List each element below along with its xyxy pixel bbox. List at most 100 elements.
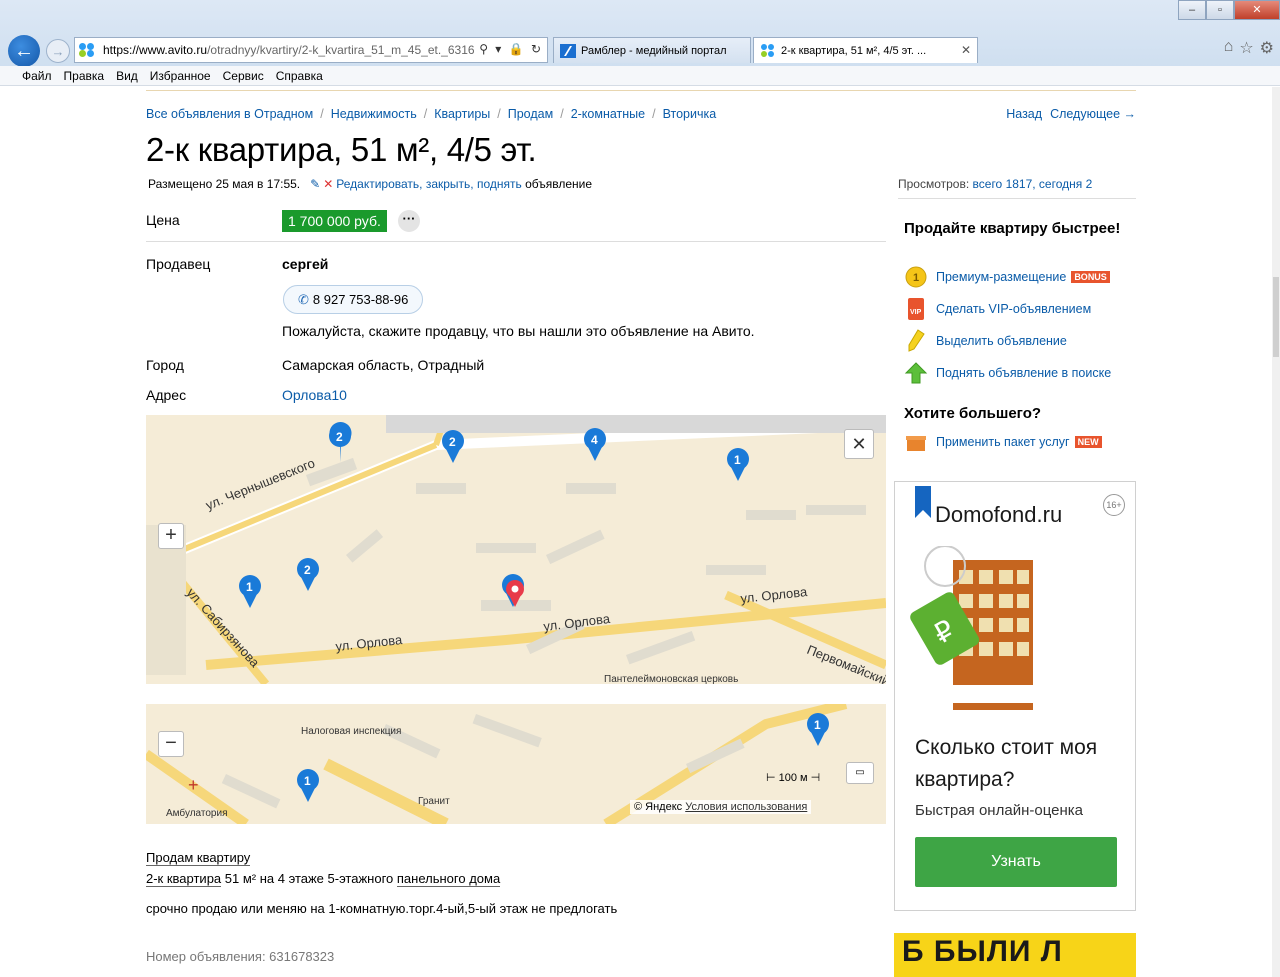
window-controls: – ▫ ✕ [1178, 0, 1280, 20]
ad-brand: Domofond.ru [935, 502, 1063, 527]
description-subtitle: 2-к квартира 51 м² на 4 этаже 5-этажного… [146, 871, 501, 887]
tab-rambler[interactable]: Рамблер - медийный портал [553, 37, 751, 63]
breadcrumb-all-listings[interactable]: Все объявления в Отрадном [146, 107, 313, 121]
breadcrumb-apartments[interactable]: Квартиры [434, 107, 490, 121]
house-type-link[interactable]: панельного дома [396, 871, 501, 887]
posted-info: Размещено 25 мая в 17:55. ✎ ✕ Редактировать… [148, 177, 592, 191]
scrollbar-thumb[interactable] [1273, 277, 1279, 357]
map-close-button[interactable]: ✕ [844, 429, 874, 459]
views-counter: Просмотров: всего 1817, сегодня 2 [898, 177, 1092, 191]
breadcrumb-separator: / [560, 107, 564, 121]
breadcrumb-realty[interactable]: Недвижимость [331, 107, 417, 121]
svg-text:1: 1 [304, 774, 311, 788]
back-link[interactable]: Назад [1006, 107, 1042, 121]
breadcrumb-two-room[interactable]: 2-комнатные [571, 107, 645, 121]
price-more-button[interactable]: ··· [398, 210, 420, 232]
price-label: Цена [146, 212, 180, 228]
next-link[interactable]: Следующее → [1050, 107, 1136, 121]
svg-text:VIP: VIP [910, 309, 922, 316]
menu-file[interactable]: Файл [22, 69, 52, 83]
svg-text:1: 1 [814, 718, 821, 732]
home-icon[interactable]: ⌂ [1224, 38, 1234, 58]
ad-subtitle: Быстрая онлайн-оценка [915, 802, 1083, 819]
breadcrumb-sell[interactable]: Продам [508, 107, 553, 121]
poi-label: Амбулатория [166, 807, 228, 819]
maximize-icon[interactable]: ▫ [1206, 0, 1234, 20]
service-label[interactable]: Премиум-размещение [936, 270, 1066, 284]
breadcrumb-separator: / [423, 107, 428, 121]
floor-info: 51 м² на 4 этаже 5-этажного [224, 871, 394, 886]
svg-text:1: 1 [246, 580, 253, 594]
scrollbar[interactable] [1272, 87, 1280, 977]
map-scale: ⊢ 100 м ⊣ [766, 772, 821, 784]
ruler-icon[interactable]: ▭ [846, 762, 874, 784]
description-heading-text: Продам квартиру [146, 850, 251, 866]
domofond-ad[interactable]: Domofond.ru 16+ ₽ Сколько стоит моя квар… [894, 481, 1136, 911]
phone-icon: ✆ [298, 292, 309, 307]
menu-edit[interactable]: Правка [64, 69, 105, 83]
divider [146, 241, 886, 242]
service-premium[interactable]: 1 Премиум-размещение BONUS [904, 265, 1110, 289]
menu-favorites[interactable]: Избранное [150, 69, 211, 83]
poi-label: Налоговая инспекция [301, 726, 401, 737]
settings-gear-icon[interactable]: ⚙ [1260, 38, 1274, 58]
favorites-star-icon[interactable]: ☆ [1239, 38, 1253, 58]
domofond-logo-icon [915, 486, 931, 518]
menu-tools[interactable]: Сервис [223, 69, 264, 83]
coin-icon: 1 [904, 265, 928, 289]
minimize-icon[interactable]: – [1178, 0, 1206, 20]
forward-button[interactable]: → [46, 39, 70, 63]
tab-avito-listing[interactable]: 2-к квартира, 51 м², 4/5 эт. ... ✕ [753, 37, 978, 63]
package-icon [904, 430, 928, 454]
map-canvas: ул. Чернышевского ул. Орлова ул. Орлова … [146, 415, 886, 684]
service-label[interactable]: Поднять объявление в поиске [936, 366, 1111, 380]
tab-label: Рамблер - медийный портал [581, 44, 727, 57]
address-bar[interactable]: https://www.avito.ru/otradnyy/kvartiry/2… [74, 37, 548, 63]
map-scale-value: 100 м [778, 772, 808, 784]
service-label[interactable]: Выделить объявление [936, 334, 1067, 348]
views-label: Просмотров: [898, 177, 970, 191]
service-highlight[interactable]: Выделить объявление [904, 329, 1067, 353]
bonus-badge: BONUS [1071, 271, 1110, 283]
breadcrumb-secondary[interactable]: Вторичка [663, 107, 717, 121]
new-badge: NEW [1074, 436, 1102, 448]
menu-help[interactable]: Справка [276, 69, 323, 83]
vip-icon: VIP [904, 297, 928, 321]
browser-toolbar-icons: ⌂ ☆ ⚙ [1224, 38, 1274, 58]
phone-button[interactable]: ✆ 8 927 753-88-96 [283, 285, 424, 314]
poi-label: Гранит [418, 796, 450, 807]
ad-learn-button[interactable]: Узнать [915, 837, 1117, 887]
sell-faster-title: Продайте квартиру быстрее! [904, 220, 1121, 237]
address-link[interactable]: Орлова10 [282, 387, 347, 403]
url-host: www.avito.ru [139, 43, 208, 57]
service-package[interactable]: Применить пакет услуг NEW [904, 430, 1102, 454]
close-tab-icon[interactable]: ✕ [961, 43, 971, 57]
svg-text:2: 2 [304, 563, 311, 577]
close-window-icon[interactable]: ✕ [1234, 0, 1280, 20]
zoom-out-button[interactable]: − [158, 731, 184, 757]
bottom-banner-ad[interactable]: Б БЫЛИ Л [894, 933, 1136, 977]
map[interactable]: ул. Чернышевского ул. Орлова ул. Орлова … [146, 415, 886, 684]
map-lower[interactable]: Налоговая инспекция Амбулатория Гранит 1… [146, 704, 886, 824]
phone-number: 8 927 753-88-96 [312, 292, 409, 307]
back-button[interactable]: ← [8, 35, 40, 67]
breadcrumb-separator: / [320, 107, 324, 121]
views-link[interactable]: всего 1817, сегодня 2 [973, 177, 1093, 191]
service-raise[interactable]: Поднять объявление в поиске [904, 361, 1111, 385]
highlighter-icon [904, 329, 928, 353]
address-tools-icon[interactable]: ⚲ ▾ 🔒 ↻ [475, 42, 543, 56]
svg-text:1: 1 [913, 272, 919, 284]
edit-suffix: объявление [525, 177, 593, 191]
service-label[interactable]: Сделать VIP-объявлением [936, 302, 1091, 316]
edit-listing-link[interactable]: Редактировать, закрыть, поднять [336, 177, 521, 191]
room-type-link[interactable]: 2-к квартира [146, 871, 222, 887]
breadcrumb: Все объявления в Отрадном / Недвижимость / К… [146, 107, 716, 121]
menu-view[interactable]: Вид [116, 69, 138, 83]
terms-link[interactable]: Условия использования [685, 801, 807, 813]
service-vip[interactable]: VIP Сделать VIP-объявлением [904, 297, 1091, 321]
tab-label: 2-к квартира, 51 м², 4/5 эт. ... [781, 44, 927, 57]
listing-number: Номер объявления: 631678323 [146, 949, 335, 964]
service-label[interactable]: Применить пакет услуг [936, 435, 1070, 449]
zoom-in-button[interactable]: + [158, 523, 184, 549]
yandex-credit: © Яндекс [634, 801, 683, 813]
